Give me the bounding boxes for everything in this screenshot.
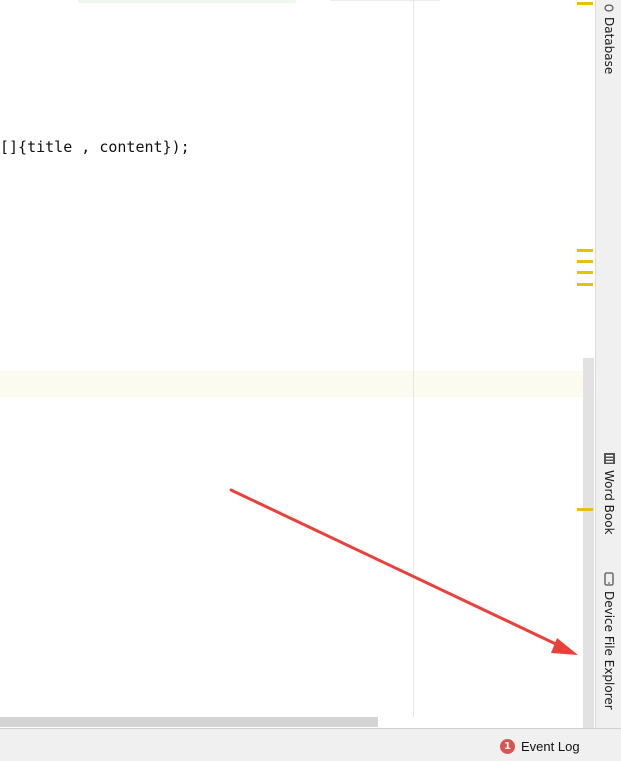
event-log-button[interactable]: 1 Event Log: [500, 737, 580, 755]
event-log-label: Event Log: [521, 738, 580, 754]
annotation-arrow: [229, 488, 578, 655]
status-bar: 1 Event Log: [0, 728, 621, 761]
event-log-count-badge: 1: [500, 738, 515, 754]
